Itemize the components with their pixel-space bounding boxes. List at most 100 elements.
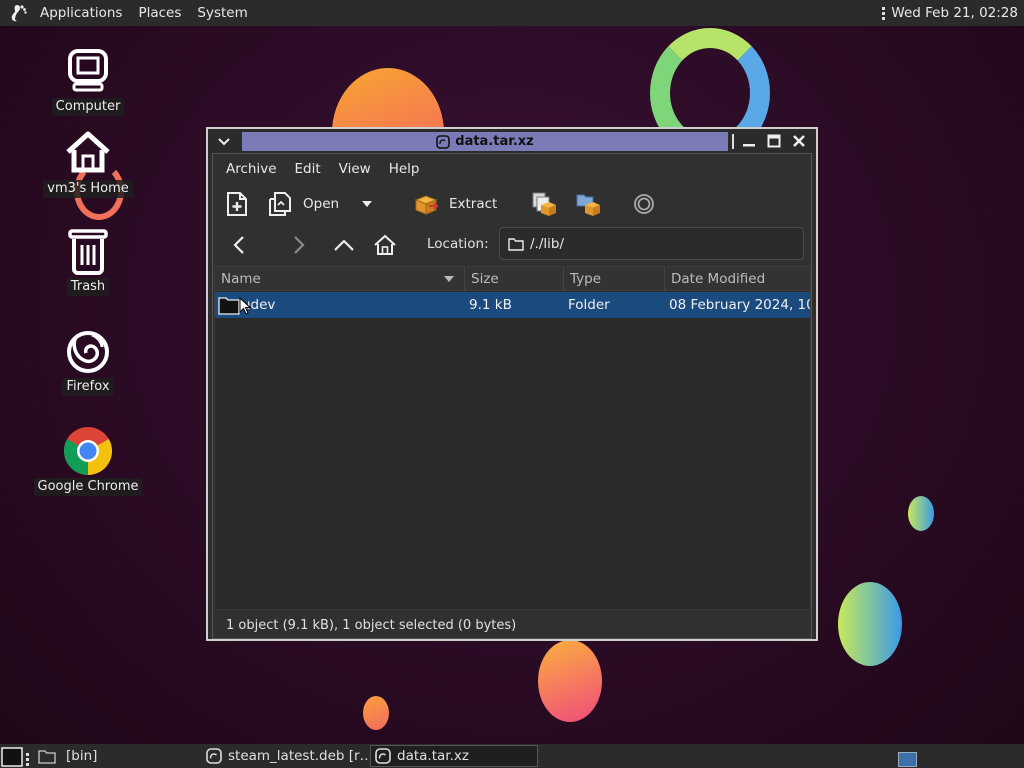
row-type: Folder: [568, 297, 610, 313]
desktop-icon-label: Google Chrome: [33, 478, 143, 496]
panel-handle-icon[interactable]: [882, 6, 886, 20]
desktop-icon-label: Computer: [51, 98, 125, 116]
extract-label: Extract: [449, 196, 498, 212]
menu-system[interactable]: System: [189, 0, 255, 26]
column-header-label: Type: [570, 271, 602, 287]
column-header-name[interactable]: Name: [215, 267, 465, 291]
task-steam-latest[interactable]: steam_latest.deb [r…: [206, 745, 373, 767]
column-header-label: Name: [221, 271, 261, 287]
wallpaper-blob: [363, 696, 389, 730]
status-bar: 1 object (9.1 kB), 1 object selected (0 …: [213, 612, 811, 638]
wallpaper-blob: [908, 496, 934, 531]
column-headers: Name Size Type Date Modified: [215, 267, 810, 291]
sort-descending-icon: [444, 276, 454, 282]
chrome-icon: [63, 426, 113, 476]
trash-icon: [63, 226, 113, 276]
titlebar-separator: [732, 134, 734, 149]
window-menu-chevron-icon[interactable]: [216, 133, 232, 149]
desktop-icon-label: vm3's Home: [43, 180, 133, 198]
add-files-icon: [532, 192, 556, 216]
show-desktop-button[interactable]: [0, 745, 24, 767]
window-content: Archive Edit View Help Open Extract Loca…: [212, 153, 812, 639]
open-archive-icon: [269, 192, 291, 216]
add-folder-button[interactable]: [575, 190, 601, 218]
open-dropdown-button[interactable]: [361, 190, 373, 218]
navigation-bar: Location: /./lib/: [213, 224, 811, 264]
location-value: /./lib/: [530, 235, 565, 252]
location-label: Location:: [427, 236, 489, 252]
task-label: [bin]: [66, 748, 98, 764]
archive-app-icon: [436, 134, 451, 149]
menu-view[interactable]: View: [330, 161, 380, 177]
column-header-size[interactable]: Size: [465, 267, 564, 291]
row-date-modified: 08 February 2024, 10…: [669, 297, 810, 313]
maximize-icon[interactable]: [765, 132, 783, 150]
window-titlebar[interactable]: data.tar.xz: [208, 129, 816, 153]
top-panel: Applications Places System Wed Feb 21, 0…: [0, 0, 1024, 26]
menu-help[interactable]: Help: [380, 161, 429, 177]
menubar: Archive Edit View Help: [213, 154, 811, 184]
back-arrow-icon[interactable]: [227, 233, 251, 257]
desktop-icon-label: Trash: [66, 278, 110, 296]
column-header-label: Date Modified: [671, 271, 766, 287]
row-name-cell: udev: [215, 295, 465, 315]
taskbar-handle-icon[interactable]: [26, 748, 29, 768]
stop-icon: [634, 194, 654, 214]
desktop-icon-computer[interactable]: Computer: [38, 46, 138, 116]
archive-app-icon: [206, 748, 222, 764]
bottom-panel: [bin] steam_latest.deb [r… data.tar.xz: [0, 744, 1024, 768]
up-arrow-icon[interactable]: [332, 233, 356, 257]
firefox-icon: [63, 326, 113, 376]
toolbar: Open Extract: [213, 184, 811, 224]
mouse-pointer-icon: [239, 297, 251, 315]
open-label: Open: [303, 196, 340, 212]
open-button[interactable]: Open: [267, 190, 339, 218]
clock[interactable]: Wed Feb 21, 02:28: [891, 5, 1018, 21]
stop-button[interactable]: [633, 190, 655, 218]
column-header-type[interactable]: Type: [564, 267, 665, 291]
add-folder-icon: [576, 194, 600, 216]
dropdown-arrow-icon: [362, 201, 372, 207]
task-data-tar-xz[interactable]: data.tar.xz: [370, 745, 538, 767]
home-folder-icon[interactable]: [373, 233, 397, 257]
wallpaper-blob: [538, 640, 602, 722]
menu-edit[interactable]: Edit: [286, 161, 330, 177]
show-desktop-icon: [1, 747, 23, 767]
desktop-icon-label: Firefox: [62, 378, 114, 396]
file-list[interactable]: Name Size Type Date Modified udev 9.1 kB…: [214, 266, 811, 610]
menu-applications[interactable]: Applications: [32, 0, 130, 26]
folder-icon: [38, 749, 56, 764]
desktop-icon-chrome[interactable]: Google Chrome: [33, 426, 143, 496]
new-document-icon: [227, 192, 247, 216]
extract-button[interactable]: Extract: [413, 190, 497, 218]
archive-app-icon: [375, 748, 391, 764]
computer-icon: [63, 46, 113, 96]
task-bin[interactable]: [bin]: [38, 745, 97, 767]
minimize-icon[interactable]: [740, 132, 758, 150]
folder-icon: [508, 237, 524, 251]
workspace-1[interactable]: [898, 751, 917, 767]
location-field[interactable]: /./lib/: [499, 227, 804, 260]
forward-arrow-icon[interactable]: [287, 233, 311, 257]
window-title-area: data.tar.xz: [242, 132, 728, 151]
add-files-button[interactable]: [531, 190, 557, 218]
home-icon: [63, 128, 113, 178]
row-size: 9.1 kB: [469, 297, 512, 313]
close-icon[interactable]: [790, 132, 808, 150]
folder-icon: [218, 297, 240, 315]
archive-manager-window: data.tar.xz Archive Edit View Help Open …: [206, 127, 818, 641]
desktop-icon-home[interactable]: vm3's Home: [38, 128, 138, 198]
menu-places[interactable]: Places: [130, 0, 189, 26]
desktop-icon-trash[interactable]: Trash: [38, 226, 138, 296]
column-header-date-modified[interactable]: Date Modified: [665, 267, 810, 291]
task-label: steam_latest.deb [r…: [228, 748, 374, 764]
column-header-label: Size: [471, 271, 499, 287]
workspace-switcher[interactable]: [898, 748, 917, 768]
menu-archive[interactable]: Archive: [217, 161, 286, 177]
task-label: data.tar.xz: [397, 748, 469, 764]
new-archive-button[interactable]: [225, 190, 249, 218]
gnome-foot-icon[interactable]: [6, 0, 32, 26]
wallpaper-blob: [838, 582, 902, 666]
desktop-icon-firefox[interactable]: Firefox: [38, 326, 138, 396]
table-row[interactable]: udev 9.1 kB Folder 08 February 2024, 10…: [215, 292, 810, 318]
